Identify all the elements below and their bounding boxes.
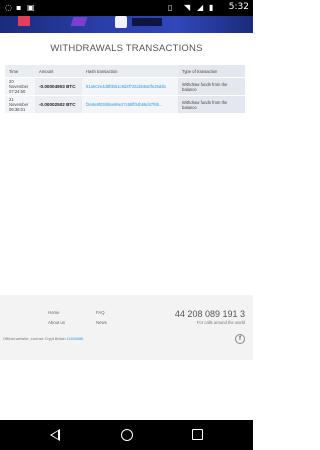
header-banner-image — [0, 16, 253, 33]
wifi-icon: ◥ — [184, 3, 191, 12]
page-title: WITHDRAWALS TRANSACTIONS — [50, 43, 203, 54]
footer: Home FAQ About us News 44 208 089 191 3 … — [0, 295, 253, 360]
row-time: 21 November 06:38:01 — [5, 96, 35, 113]
footer-phone-number[interactable]: 44 208 089 191 3 — [175, 309, 245, 319]
status-bar: ◌ ▪ ▣ ▯ ◥ ◢ ▮ 5:32 — [0, 0, 253, 16]
row-type: Withdraw funds from the balance — [178, 96, 245, 113]
column-header-amount: Amount — [35, 65, 82, 77]
vibrate-icon: ▯ — [168, 3, 173, 12]
footer-link-news[interactable]: News — [96, 320, 107, 325]
row-hash-cell: f2e8a9f030b6e69e27c58ff34b68d47f8b... — [82, 96, 178, 113]
license-link[interactable]: 11826586 — [67, 337, 84, 341]
recent-apps-icon[interactable] — [192, 429, 203, 440]
system-navigation-bar — [0, 420, 253, 450]
table-header-row: Time Amount Hash transaction Type of tra… — [5, 65, 245, 77]
footer-link-faq[interactable]: FAQ — [96, 310, 105, 315]
row-hash-cell: 81a9c2e4d8f0b51c9d3f7251b68a0fe29d4b — [82, 78, 178, 95]
facebook-icon[interactable]: f — [235, 334, 245, 344]
footer-phone-caption: For calls around the world — [196, 320, 245, 325]
battery-icon: ▮ — [209, 3, 214, 12]
column-header-hash: Hash transaction — [82, 65, 178, 77]
notification-icon: ▪ — [16, 3, 22, 12]
withdrawals-table: Time Amount Hash transaction Type of tra… — [5, 64, 245, 114]
row-type: Withdraw funds from the balance — [178, 78, 245, 95]
back-icon[interactable] — [50, 429, 60, 441]
table-row: 21 November 06:38:01 -0.00002502 BTC f2e… — [5, 96, 245, 113]
status-time: 5:32 — [228, 2, 249, 12]
hash-link[interactable]: f2e8a9f030b6e69e27c58ff34b68d47f8b... — [86, 102, 163, 107]
footer-link-home[interactable]: Home — [48, 310, 59, 315]
row-amount: -0.00002502 BTC — [35, 96, 82, 113]
column-header-type: Type of transaction — [178, 65, 245, 77]
table-row: 20 November 07:24:50 -0.00004903 BTC 81a… — [5, 78, 245, 95]
column-header-time: Time — [5, 65, 35, 77]
hash-link[interactable]: 81a9c2e4d8f0b51c9d3f7251b68a0fe29d4b — [86, 84, 166, 89]
row-time: 20 November 07:24:50 — [5, 78, 35, 95]
footer-link-about-us[interactable]: About us — [48, 320, 65, 325]
image-icon: ▣ — [27, 3, 35, 12]
whatsapp-icon: ◌ — [5, 3, 12, 12]
signal-icon: ◢ — [197, 3, 204, 12]
home-icon[interactable] — [121, 429, 133, 441]
footer-copyright: Official website, License Crypt Britain … — [3, 337, 83, 341]
row-amount: -0.00004903 BTC — [35, 78, 82, 95]
copyright-text: Official website, License Crypt Britain — [3, 337, 67, 341]
